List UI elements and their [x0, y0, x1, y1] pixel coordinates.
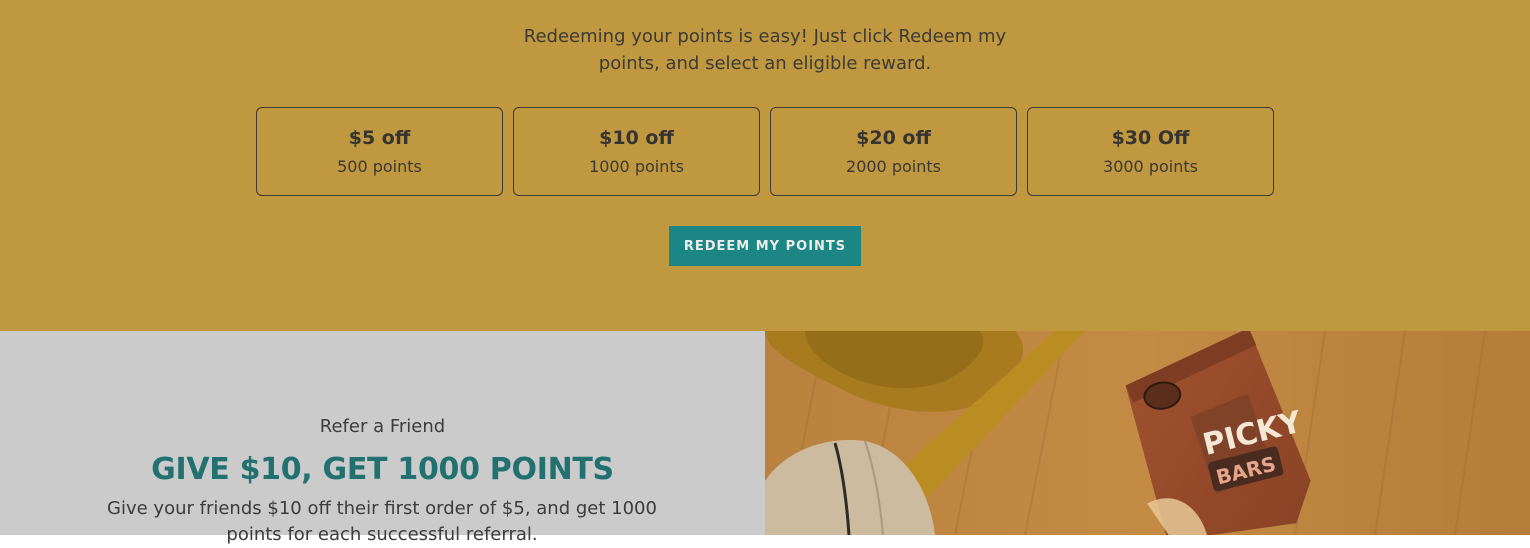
reward-points: 500 points — [337, 157, 422, 176]
refer-a-friend-section: Refer a Friend GIVE $10, GET 1000 POINTS… — [0, 331, 765, 545]
product-photo: PICKY BARS — [765, 331, 1530, 535]
reward-title: $5 off — [348, 127, 411, 149]
reward-title: $30 Off — [1111, 127, 1190, 149]
reward-points: 2000 points — [846, 157, 941, 176]
reward-card-5-off: $5 off 500 points — [256, 107, 503, 196]
reward-card-20-off: $20 off 2000 points — [770, 107, 1017, 196]
refer-eyebrow: Refer a Friend — [319, 416, 446, 437]
refer-heading: GIVE $10, GET 1000 POINTS — [151, 452, 614, 487]
reward-card-30-off: $30 Off 3000 points — [1027, 107, 1274, 196]
reward-points: 3000 points — [1103, 157, 1198, 176]
reward-title: $10 off — [599, 127, 674, 149]
refer-description: Give your friends $10 off their first or… — [107, 498, 657, 545]
redeem-section: Redeeming your points is easy! Just clic… — [0, 0, 1530, 331]
reward-title: $20 off — [856, 127, 931, 149]
picky-bar-photo-illustration: PICKY BARS — [765, 331, 1530, 535]
reward-options: $5 off 500 points $10 off 1000 points $2… — [256, 107, 1274, 196]
reward-card-10-off: $10 off 1000 points — [513, 107, 760, 196]
reward-points: 1000 points — [589, 157, 684, 176]
redeem-my-points-button[interactable]: REDEEM MY POINTS — [669, 226, 861, 266]
redeem-intro-text: Redeeming your points is easy! Just clic… — [523, 26, 1007, 74]
